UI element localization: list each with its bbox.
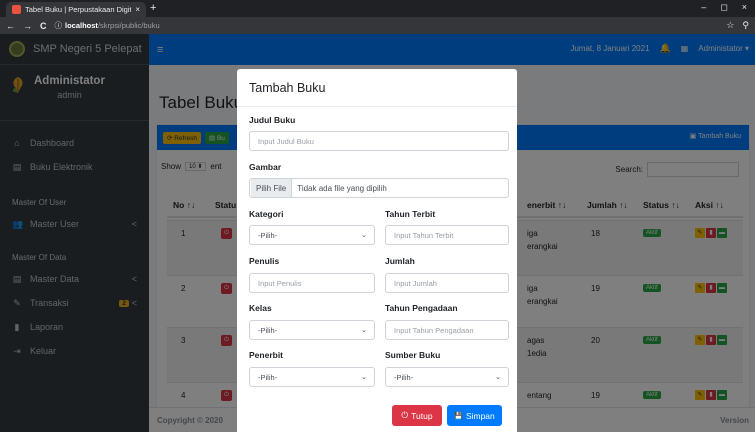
tab-close-icon[interactable]: ×: [135, 5, 140, 14]
tutup-button[interactable]: ⏻ Tutup: [392, 405, 442, 426]
reload-button[interactable]: C: [40, 21, 47, 31]
info-icon: ⓘ: [54, 21, 63, 30]
simpan-label: Simpan: [465, 410, 495, 421]
penerbit-value: -Pilih-: [258, 372, 278, 382]
file-status: Tidak ada file yang dipilih: [297, 183, 387, 193]
url-field[interactable]: ⓘ localhost/skrpsi/public/buku: [55, 20, 719, 31]
gambar-label: Gambar: [249, 162, 282, 172]
tahun-terbit-input[interactable]: Input Tahun Terbit: [385, 225, 509, 245]
minimize-button[interactable]: –: [701, 2, 706, 13]
url-path: /skrpsi/public/buku: [97, 21, 160, 30]
forward-button[interactable]: →: [23, 21, 32, 31]
kelas-label: Kelas: [249, 303, 272, 313]
sumber-buku-select[interactable]: -Pilih- ⌄: [385, 367, 509, 387]
kelas-value: -Pilih-: [258, 325, 278, 335]
close-window-button[interactable]: ×: [742, 2, 747, 13]
tahun-terbit-label: Tahun Terbit: [385, 209, 436, 219]
judul-label: Judul Buku: [249, 115, 296, 125]
window-controls: – ◻ ×: [701, 2, 747, 13]
new-tab-button[interactable]: +: [150, 2, 156, 14]
bookmark-star-icon[interactable]: ☆: [726, 20, 734, 31]
tambah-buku-modal: Tambah Buku Judul Buku Input Judul Buku …: [237, 69, 517, 432]
chevron-down-icon: ⌄: [361, 374, 367, 381]
favicon-icon: [12, 5, 21, 14]
choose-file-button[interactable]: Pilih File: [251, 179, 293, 197]
penerbit-label: Penerbit: [249, 350, 284, 360]
tutup-label: Tutup: [411, 410, 433, 421]
tahun-pengadaan-input[interactable]: Input Tahun Pengadaan: [385, 320, 509, 340]
maximize-button[interactable]: ◻: [720, 2, 727, 13]
extension-icon[interactable]: ⚲: [742, 20, 749, 31]
back-button[interactable]: ←: [6, 21, 15, 31]
browser-address-bar: ← → C ⓘ localhost/skrpsi/public/buku ☆ ⚲: [0, 17, 755, 34]
penerbit-select[interactable]: -Pilih- ⌄: [249, 367, 375, 387]
save-icon: 💾: [454, 412, 463, 420]
url-host: localhost: [65, 21, 98, 30]
browser-tab[interactable]: Tabel Buku | Perpustakaan Digital ×: [6, 2, 146, 17]
gambar-file-input[interactable]: Pilih File Tidak ada file yang dipilih: [249, 178, 509, 198]
chevron-down-icon: ⌄: [361, 327, 367, 334]
kategori-label: Kategori: [249, 209, 284, 219]
kategori-value: -Pilih-: [258, 230, 278, 240]
chevron-down-icon: ⌄: [361, 232, 367, 239]
jumlah-input[interactable]: Input Jumlah: [385, 273, 509, 293]
tahun-pengadaan-label: Tahun Pengadaan: [385, 303, 458, 313]
judul-input[interactable]: Input Judul Buku: [249, 131, 509, 151]
sumber-buku-value: -Pilih-: [394, 372, 414, 382]
browser-tab-bar: Tabel Buku | Perpustakaan Digital × + – …: [0, 0, 755, 17]
kategori-select[interactable]: -Pilih- ⌄: [249, 225, 375, 245]
tab-title: Tabel Buku | Perpustakaan Digital: [25, 5, 132, 14]
chevron-down-icon: ⌄: [495, 374, 501, 381]
power-icon: ⏻: [401, 410, 409, 420]
penulis-input[interactable]: Input Penulis: [249, 273, 375, 293]
kelas-select[interactable]: -Pilih- ⌄: [249, 320, 375, 340]
simpan-button[interactable]: 💾 Simpan: [447, 405, 502, 426]
jumlah-label: Jumlah: [385, 256, 415, 266]
sumber-buku-label: Sumber Buku: [385, 350, 441, 360]
penulis-label: Penulis: [249, 256, 280, 266]
modal-title: Tambah Buku: [237, 69, 517, 107]
